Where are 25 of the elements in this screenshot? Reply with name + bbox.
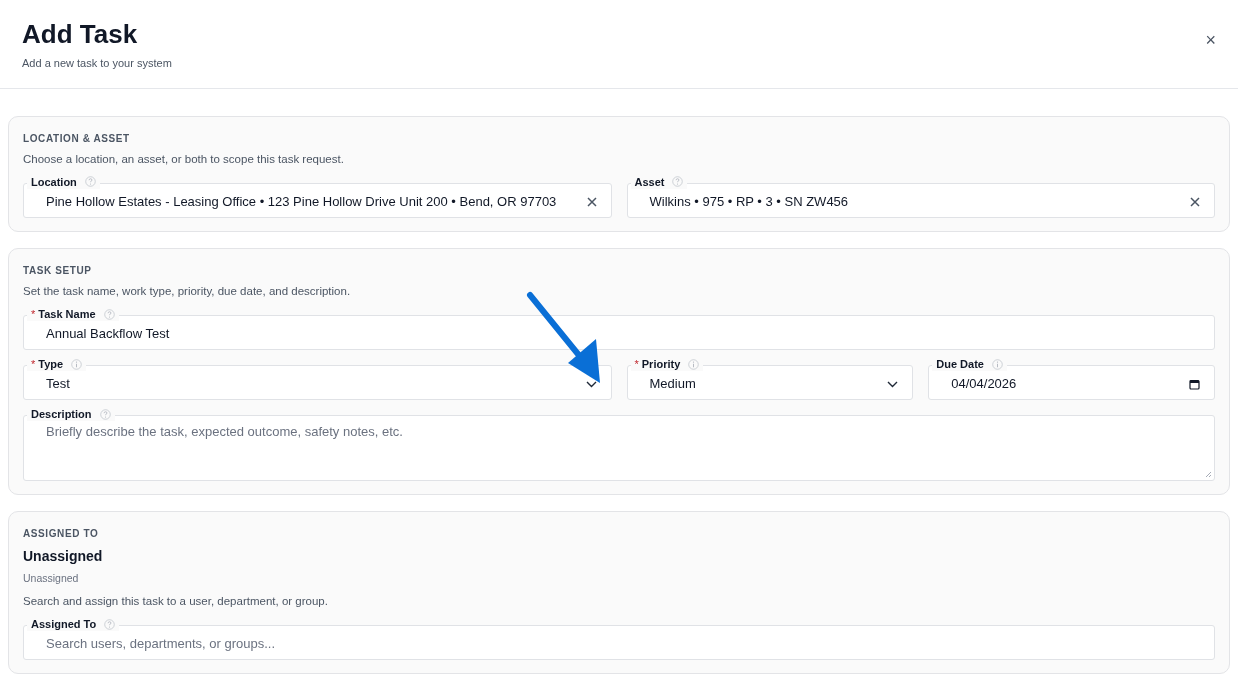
info-icon [71, 358, 83, 370]
help-icon [99, 408, 111, 420]
section-description: Choose a location, an asset, or both to scope this task request. [23, 151, 345, 167]
section-heading: ASSIGNED TO [23, 527, 100, 541]
section-description: Search and assign this task to a user, department, or group. [23, 593, 329, 609]
help-icon [103, 308, 115, 320]
help-icon [672, 176, 684, 188]
calendar-icon[interactable] [1189, 378, 1200, 390]
help-icon [104, 618, 116, 630]
section-description: Set the task name, work type, priority, due date, and description. [23, 283, 352, 299]
info-icon [688, 358, 700, 370]
clear-icon[interactable] [1190, 196, 1200, 207]
help-icon [84, 176, 96, 188]
section-heading: LOCATION & ASSET [23, 131, 131, 146]
resize-grip-icon[interactable] [1205, 471, 1212, 478]
info-icon [991, 358, 1003, 370]
chevron-down-icon[interactable] [887, 380, 899, 388]
section-heading: TASK SETUP [23, 263, 93, 278]
dialog-title: Add Task [22, 19, 139, 49]
clear-icon[interactable] [586, 196, 597, 207]
close-button[interactable]: × [1205, 31, 1216, 49]
assignee-status: Unassigned [23, 571, 80, 586]
chevron-down-icon[interactable] [585, 380, 597, 388]
assignee-name: Unassigned [23, 547, 104, 566]
dialog-subtitle: Add a new task to your system [22, 56, 172, 71]
